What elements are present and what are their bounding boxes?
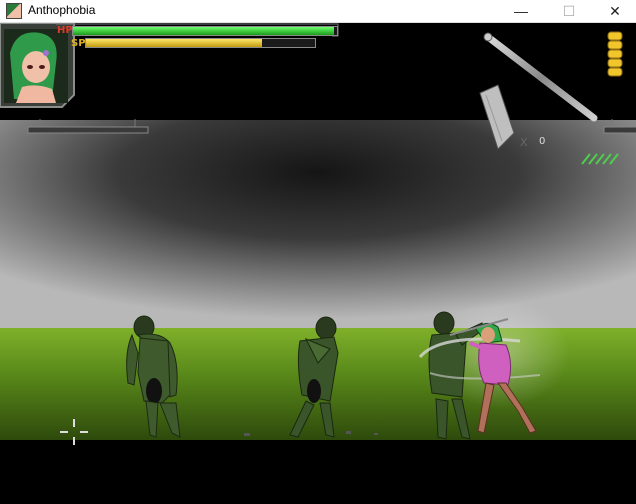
window-title: Anthophobia [28, 3, 96, 17]
hp-bar [72, 26, 338, 36]
ammo-multiplier: X [520, 136, 528, 149]
ammo-count: 0 [539, 136, 546, 147]
ground-shadow [0, 440, 636, 504]
bullet-stack-icon [607, 31, 623, 77]
sp-label: SP [71, 38, 86, 49]
game-scene [0, 23, 636, 504]
sp-bar-fill [86, 39, 263, 47]
sp-bar [85, 38, 316, 48]
close-button[interactable]: ✕ [592, 0, 636, 22]
game-window: Anthophobia — ☐ ✕ HP SP X 0 [0, 0, 636, 504]
heroine-portrait [10, 32, 57, 103]
minimize-button[interactable]: — [498, 0, 544, 22]
foggy-wall [0, 120, 636, 330]
hp-label: HP [57, 25, 73, 36]
maximize-button[interactable]: ☐ [546, 0, 592, 22]
hp-bar-fill [73, 27, 335, 35]
title-bar[interactable]: Anthophobia — ☐ ✕ [0, 0, 636, 23]
app-icon [6, 3, 22, 19]
game-viewport[interactable]: HP SP X 0 [0, 23, 636, 504]
